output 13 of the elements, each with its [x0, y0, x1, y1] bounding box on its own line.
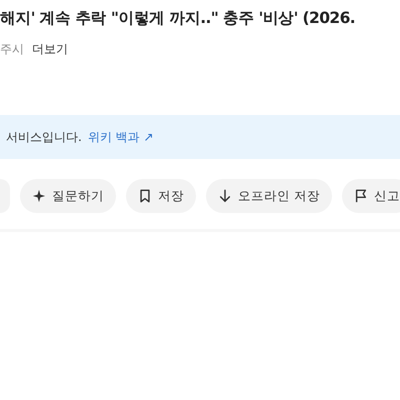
- report-button[interactable]: 신고: [342, 179, 400, 213]
- notice-text: 서비스입니다.: [5, 128, 82, 146]
- bookmark-icon: [138, 189, 152, 203]
- save-button[interactable]: 저장: [126, 179, 196, 213]
- ask-button[interactable]: 질문하기: [20, 179, 116, 213]
- headline-title: 해지' 계속 추락 "이렇게 까지.." 충주 '비상' (2026.: [0, 8, 356, 29]
- download-button[interactable]: 오프라인 저장: [206, 179, 332, 213]
- sparkle-icon: [32, 189, 46, 203]
- source-text: 주시: [0, 41, 24, 58]
- more-link[interactable]: 더보기: [32, 41, 68, 58]
- flag-icon: [354, 189, 368, 203]
- arrow-down-icon: [218, 189, 232, 203]
- wiki-link[interactable]: 위키 백과 ↗: [88, 128, 154, 146]
